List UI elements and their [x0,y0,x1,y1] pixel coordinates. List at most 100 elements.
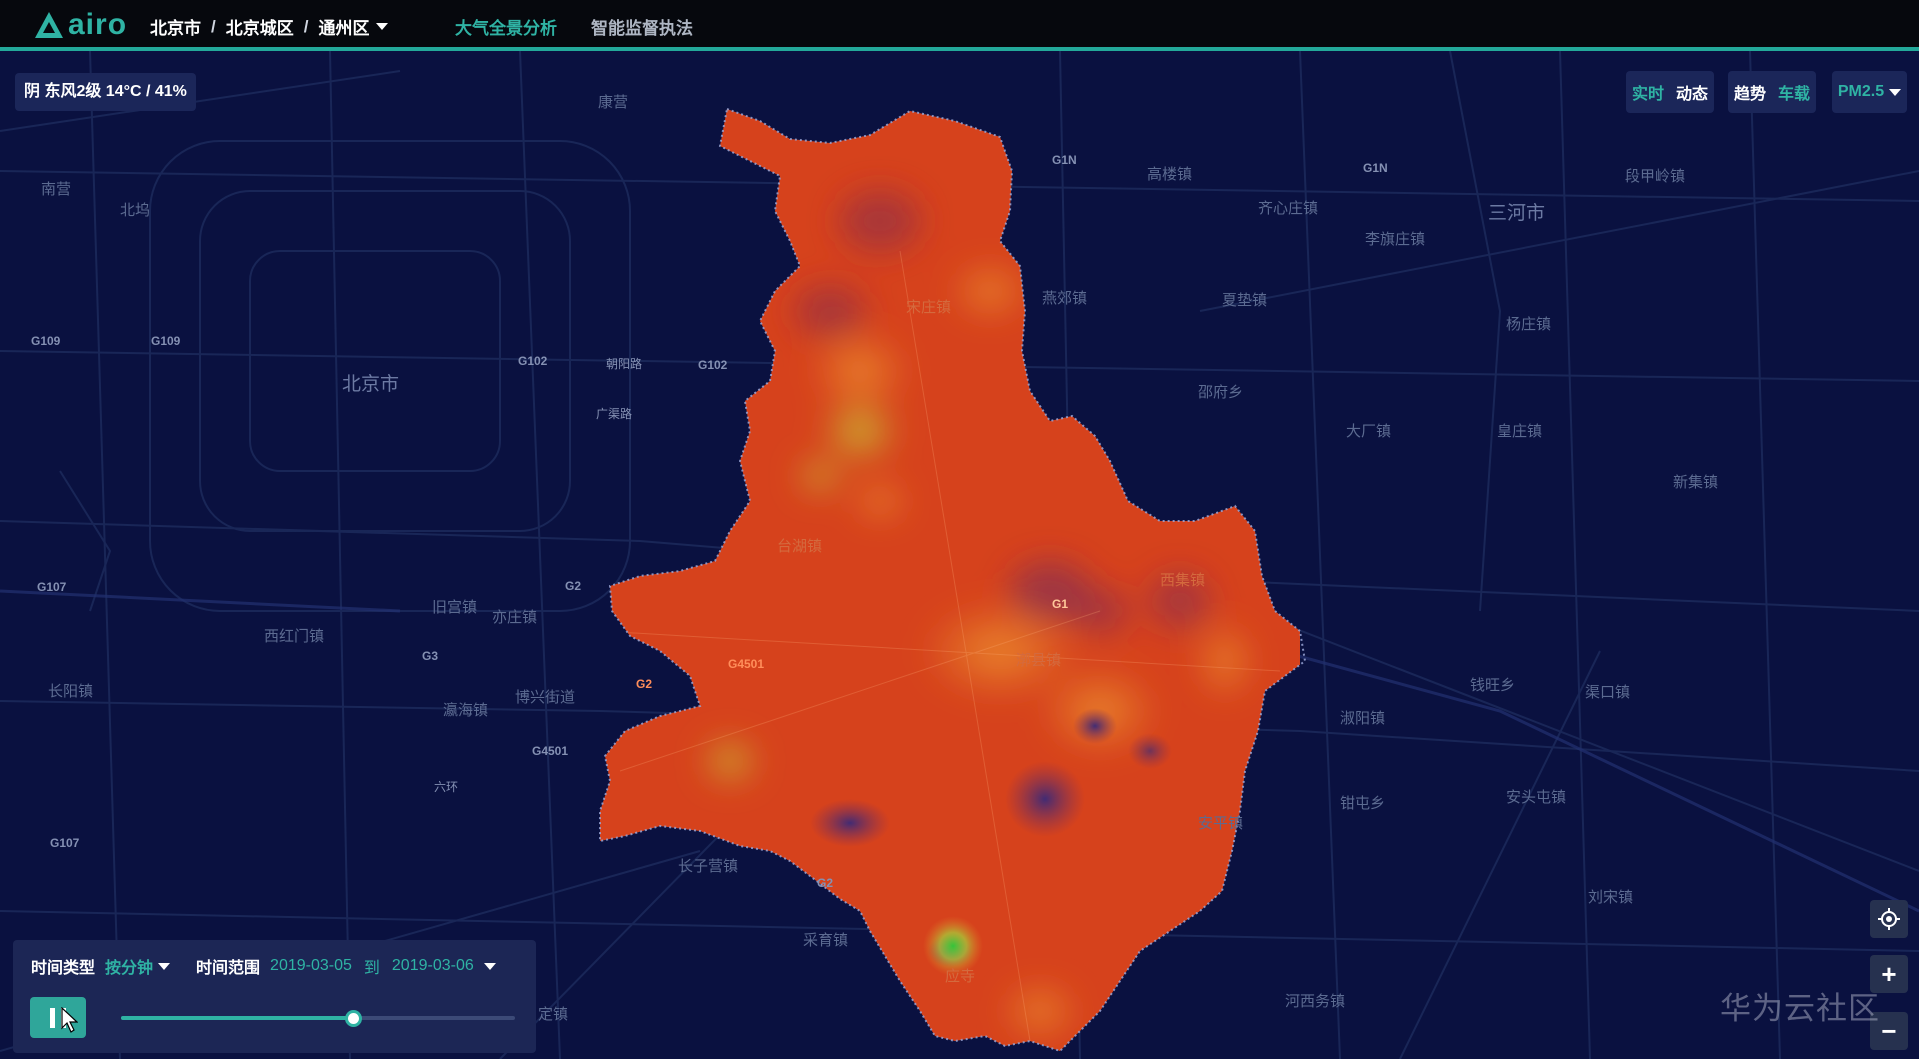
road-label: G1 [1052,597,1069,611]
breadcrumb: 北京市 / 北京城区 / 通州区 [150,14,389,39]
top-bar: airo 北京市 / 北京城区 / 通州区 大气全景分析 智能监督执法 [0,0,1919,51]
map-label: 定镇 [538,1006,569,1023]
map-label: 漷县镇 [1016,652,1062,669]
time-type-value: 按分钟 [105,960,154,977]
trend-option[interactable]: 趋势 [1728,80,1772,104]
time-type-select[interactable]: 按分钟 [105,954,196,978]
tab-smart-enforcement[interactable]: 智能监督执法 [591,14,693,39]
road-label: G1N [1363,161,1388,175]
road-label: G109 [31,334,61,348]
map-label: 北京市 [342,374,400,395]
time-control-panel: 时间类型 按分钟 时间范围 2019-03-05 到 2019-03-06 [13,940,536,1053]
map-label: 应寺 [945,968,976,985]
map-label: 博兴街道 [515,689,576,706]
map-label: 安平镇 [1198,815,1244,832]
tab-air-panorama[interactable]: 大气全景分析 [455,14,557,39]
map-label: 南营 [41,181,72,198]
plus-icon: + [1881,958,1897,989]
breadcrumb-separator: / [211,16,216,36]
vehicle-option[interactable]: 车载 [1772,80,1816,104]
road-label: G107 [50,836,80,850]
watermark: 华为云社区 [1720,991,1880,1026]
main-nav: 大气全景分析 智能监督执法 [455,14,727,39]
map-label: 瀛海镇 [443,702,489,719]
time-type-label: 时间类型 [31,960,96,977]
slider-handle[interactable] [345,1010,363,1027]
map-label: 钳屯乡 [1340,795,1386,812]
road-label: G102 [698,358,728,372]
road-label: 六环 [434,780,459,794]
chevron-down-icon [483,962,496,970]
pollution-heatmap[interactable]: 康营 南营 北坞 高楼镇 齐心庄镇 李旗庄镇 三河市 段甲岭镇 北京市 燕郊镇 … [0,51,1919,1059]
view-toggle: 趋势 车载 [1728,71,1817,113]
realtime-option[interactable]: 实时 [1626,80,1670,104]
weather-info: 阴 东风2级 14°C / 41% [15,73,196,111]
map-label: 杨庄镇 [1506,316,1552,333]
locate-button[interactable] [1870,900,1908,938]
map-label: 皇庄镇 [1497,423,1543,440]
road-label: G2 [565,579,582,593]
map-label: 大厂镇 [1346,423,1392,440]
logo-text: airo [68,8,128,41]
map-label: 康营 [598,94,629,111]
app-logo[interactable]: airo [34,9,127,41]
dynamic-option[interactable]: 动态 [1670,80,1714,104]
road-label: G2 [636,677,653,691]
road-label: G102 [518,354,548,368]
range-separator: 到 [363,960,380,977]
road-label: G4501 [532,744,569,758]
pause-icon [50,1007,55,1028]
map-label: 北坞 [120,202,151,219]
district-select[interactable]: 通州区 [318,14,389,39]
map-label: 邵府乡 [1198,384,1244,401]
time-filter-row: 时间类型 按分钟 时间范围 2019-03-05 到 2019-03-06 [31,954,522,978]
map-label: 淑阳镇 [1340,710,1386,727]
map-label: 钱旺乡 [1470,677,1516,694]
date-range-picker[interactable]: 2019-03-05 到 2019-03-06 [270,954,522,978]
pollutant-select[interactable]: PM2.5 [1832,71,1907,113]
breadcrumb-separator: / [303,16,309,36]
map-label: 台湖镇 [777,538,823,555]
mode-toggle: 实时 动态 [1626,71,1715,113]
map-label: 河西务镇 [1285,993,1346,1010]
map-label: 安头屯镇 [1506,789,1567,806]
road-label: G109 [151,334,181,348]
breadcrumb-area[interactable]: 北京城区 [226,14,294,39]
road-label: G4501 [728,657,765,671]
map-label: 西集镇 [1160,572,1206,589]
map-label: 西红门镇 [264,628,325,645]
map-label: 齐心庄镇 [1258,200,1319,217]
map-label: 长阳镇 [48,683,94,700]
chevron-down-icon [376,23,389,30]
map-label: 朝阳路 [606,357,643,371]
map-label: 燕郊镇 [1042,290,1088,307]
chevron-down-icon [158,962,171,970]
map-label: 渠口镇 [1585,684,1631,701]
road-label: G1N [1052,153,1077,167]
district-label: 通州区 [318,19,370,38]
road-label: G107 [37,580,67,594]
map-label: 旧宫镇 [432,599,478,616]
road-label: G2 [817,876,834,890]
time-slider[interactable] [121,1010,515,1027]
map-label: 刘宋镇 [1588,889,1634,906]
chevron-down-icon [1889,88,1902,96]
map-label: 夏垫镇 [1222,292,1268,309]
minus-icon: − [1881,1015,1897,1046]
logo-icon [35,12,63,38]
map-label: 新集镇 [1673,474,1719,491]
end-date: 2019-03-06 [391,957,474,974]
locate-icon [1878,908,1900,930]
time-range-label: 时间范围 [196,960,261,977]
pollutant-label: PM2.5 [1837,83,1885,100]
slider-progress [121,1016,354,1020]
breadcrumb-city[interactable]: 北京市 [150,14,201,39]
map-label: 宋庄镇 [906,299,952,316]
road-label: G3 [422,649,439,663]
mouse-cursor-icon [61,1007,78,1033]
start-date: 2019-03-05 [270,957,352,974]
map-label: 李旗庄镇 [1365,231,1426,248]
map-label: 亦庄镇 [492,609,538,626]
map-label: 长子营镇 [678,858,739,875]
map-label: 广渠路 [596,407,633,421]
